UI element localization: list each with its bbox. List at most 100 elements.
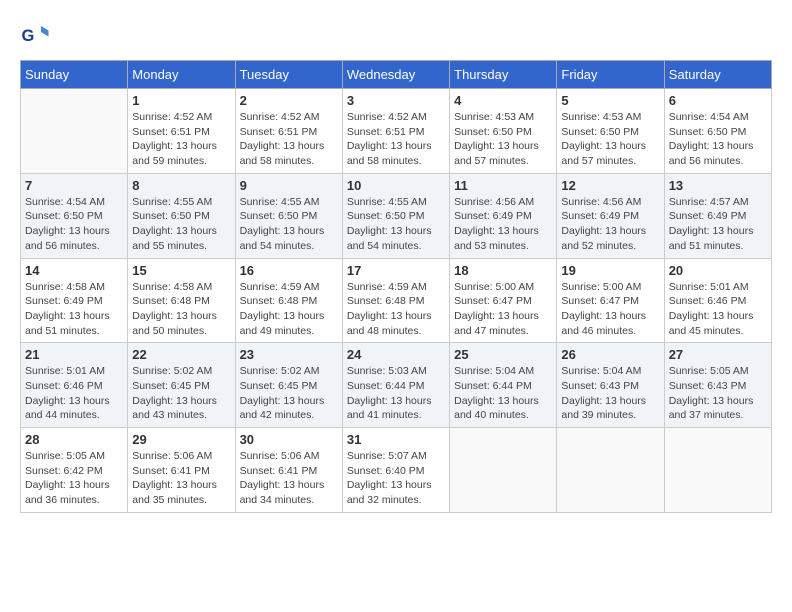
day-info: Sunrise: 5:01 AM Sunset: 6:46 PM Dayligh… bbox=[25, 364, 123, 423]
day-info: Sunrise: 5:01 AM Sunset: 6:46 PM Dayligh… bbox=[669, 280, 767, 339]
day-number: 25 bbox=[454, 347, 552, 362]
calendar-cell: 14Sunrise: 4:58 AM Sunset: 6:49 PM Dayli… bbox=[21, 258, 128, 343]
header-monday: Monday bbox=[128, 61, 235, 89]
day-info: Sunrise: 5:00 AM Sunset: 6:47 PM Dayligh… bbox=[561, 280, 659, 339]
day-info: Sunrise: 4:56 AM Sunset: 6:49 PM Dayligh… bbox=[561, 195, 659, 254]
calendar-cell: 28Sunrise: 5:05 AM Sunset: 6:42 PM Dayli… bbox=[21, 428, 128, 513]
day-info: Sunrise: 4:54 AM Sunset: 6:50 PM Dayligh… bbox=[669, 110, 767, 169]
day-info: Sunrise: 5:06 AM Sunset: 6:41 PM Dayligh… bbox=[132, 449, 230, 508]
calendar-cell: 10Sunrise: 4:55 AM Sunset: 6:50 PM Dayli… bbox=[342, 173, 449, 258]
calendar-cell: 21 Sunrise: 5:01 AM Sunset: 6:46 PM Dayli… bbox=[21, 343, 128, 428]
day-number: 18 bbox=[454, 263, 552, 278]
calendar-cell: 27 Sunrise: 5:05 AM Sunset: 6:43 PM Dayli… bbox=[664, 343, 771, 428]
calendar-cell: 18 Sunrise: 5:00 AM Sunset: 6:47 PM Dayli… bbox=[450, 258, 557, 343]
calendar-cell: 23 Sunrise: 5:02 AM Sunset: 6:45 PM Dayli… bbox=[235, 343, 342, 428]
day-number: 23 bbox=[240, 347, 338, 362]
svg-text:G: G bbox=[22, 27, 35, 45]
day-number: 11 bbox=[454, 178, 552, 193]
calendar-cell: 20 Sunrise: 5:01 AM Sunset: 6:46 PM Dayli… bbox=[664, 258, 771, 343]
calendar-week-row: 7 Sunrise: 4:54 AM Sunset: 6:50 PM Daylig… bbox=[21, 173, 772, 258]
calendar-cell: 3Sunrise: 4:52 AM Sunset: 6:51 PM Daylig… bbox=[342, 89, 449, 174]
day-info: Sunrise: 5:04 AM Sunset: 6:44 PM Dayligh… bbox=[454, 364, 552, 423]
calendar-cell: 7 Sunrise: 4:54 AM Sunset: 6:50 PM Daylig… bbox=[21, 173, 128, 258]
calendar-cell: 15 Sunrise: 4:58 AM Sunset: 6:48 PM Dayli… bbox=[128, 258, 235, 343]
day-number: 7 bbox=[25, 178, 123, 193]
day-number: 29 bbox=[132, 432, 230, 447]
day-number: 27 bbox=[669, 347, 767, 362]
day-info: Sunrise: 5:00 AM Sunset: 6:47 PM Dayligh… bbox=[454, 280, 552, 339]
header-friday: Friday bbox=[557, 61, 664, 89]
calendar-cell: 8Sunrise: 4:55 AM Sunset: 6:50 PM Daylig… bbox=[128, 173, 235, 258]
day-number: 24 bbox=[347, 347, 445, 362]
calendar-cell: 30 Sunrise: 5:06 AM Sunset: 6:41 PM Dayli… bbox=[235, 428, 342, 513]
day-number: 15 bbox=[132, 263, 230, 278]
day-number: 30 bbox=[240, 432, 338, 447]
calendar-cell: 25 Sunrise: 5:04 AM Sunset: 6:44 PM Dayli… bbox=[450, 343, 557, 428]
day-info: Sunrise: 5:06 AM Sunset: 6:41 PM Dayligh… bbox=[240, 449, 338, 508]
day-info: Sunrise: 5:05 AM Sunset: 6:43 PM Dayligh… bbox=[669, 364, 767, 423]
day-number: 31 bbox=[347, 432, 445, 447]
header-wednesday: Wednesday bbox=[342, 61, 449, 89]
day-info: Sunrise: 4:53 AM Sunset: 6:50 PM Dayligh… bbox=[561, 110, 659, 169]
day-number: 2 bbox=[240, 93, 338, 108]
day-number: 20 bbox=[669, 263, 767, 278]
calendar-cell: 31 Sunrise: 5:07 AM Sunset: 6:40 PM Dayli… bbox=[342, 428, 449, 513]
calendar-cell: 2 Sunrise: 4:52 AM Sunset: 6:51 PM Daylig… bbox=[235, 89, 342, 174]
day-info: Sunrise: 4:57 AM Sunset: 6:49 PM Dayligh… bbox=[669, 195, 767, 254]
day-number: 19 bbox=[561, 263, 659, 278]
calendar-cell: 16 Sunrise: 4:59 AM Sunset: 6:48 PM Dayli… bbox=[235, 258, 342, 343]
header-saturday: Saturday bbox=[664, 61, 771, 89]
day-number: 9 bbox=[240, 178, 338, 193]
day-info: Sunrise: 5:07 AM Sunset: 6:40 PM Dayligh… bbox=[347, 449, 445, 508]
header-sunday: Sunday bbox=[21, 61, 128, 89]
day-number: 17 bbox=[347, 263, 445, 278]
day-number: 16 bbox=[240, 263, 338, 278]
calendar-cell bbox=[450, 428, 557, 513]
calendar-cell: 6 Sunrise: 4:54 AM Sunset: 6:50 PM Daylig… bbox=[664, 89, 771, 174]
calendar-cell: 17 Sunrise: 4:59 AM Sunset: 6:48 PM Dayli… bbox=[342, 258, 449, 343]
calendar-cell: 22 Sunrise: 5:02 AM Sunset: 6:45 PM Dayli… bbox=[128, 343, 235, 428]
day-info: Sunrise: 5:02 AM Sunset: 6:45 PM Dayligh… bbox=[132, 364, 230, 423]
day-number: 5 bbox=[561, 93, 659, 108]
day-number: 10 bbox=[347, 178, 445, 193]
day-number: 21 bbox=[25, 347, 123, 362]
calendar-cell: 11 Sunrise: 4:56 AM Sunset: 6:49 PM Dayli… bbox=[450, 173, 557, 258]
header-thursday: Thursday bbox=[450, 61, 557, 89]
header-tuesday: Tuesday bbox=[235, 61, 342, 89]
calendar-week-row: 1 Sunrise: 4:52 AM Sunset: 6:51 PM Daylig… bbox=[21, 89, 772, 174]
day-info: Sunrise: 5:03 AM Sunset: 6:44 PM Dayligh… bbox=[347, 364, 445, 423]
calendar-cell: 9Sunrise: 4:55 AM Sunset: 6:50 PM Daylig… bbox=[235, 173, 342, 258]
calendar-header-row: SundayMondayTuesdayWednesdayThursdayFrid… bbox=[21, 61, 772, 89]
calendar-cell: 24 Sunrise: 5:03 AM Sunset: 6:44 PM Dayli… bbox=[342, 343, 449, 428]
calendar-cell bbox=[557, 428, 664, 513]
day-info: Sunrise: 4:52 AM Sunset: 6:51 PM Dayligh… bbox=[240, 110, 338, 169]
calendar-week-row: 14Sunrise: 4:58 AM Sunset: 6:49 PM Dayli… bbox=[21, 258, 772, 343]
day-number: 8 bbox=[132, 178, 230, 193]
day-number: 13 bbox=[669, 178, 767, 193]
day-info: Sunrise: 4:59 AM Sunset: 6:48 PM Dayligh… bbox=[240, 280, 338, 339]
day-number: 26 bbox=[561, 347, 659, 362]
calendar-cell bbox=[21, 89, 128, 174]
calendar-week-row: 28Sunrise: 5:05 AM Sunset: 6:42 PM Dayli… bbox=[21, 428, 772, 513]
calendar-cell bbox=[664, 428, 771, 513]
day-info: Sunrise: 4:59 AM Sunset: 6:48 PM Dayligh… bbox=[347, 280, 445, 339]
day-number: 6 bbox=[669, 93, 767, 108]
logo: G bbox=[20, 20, 54, 50]
day-info: Sunrise: 4:52 AM Sunset: 6:51 PM Dayligh… bbox=[132, 110, 230, 169]
page-header: G bbox=[20, 20, 772, 50]
day-info: Sunrise: 4:54 AM Sunset: 6:50 PM Dayligh… bbox=[25, 195, 123, 254]
day-info: Sunrise: 4:56 AM Sunset: 6:49 PM Dayligh… bbox=[454, 195, 552, 254]
calendar-cell: 12Sunrise: 4:56 AM Sunset: 6:49 PM Dayli… bbox=[557, 173, 664, 258]
day-info: Sunrise: 5:04 AM Sunset: 6:43 PM Dayligh… bbox=[561, 364, 659, 423]
day-number: 1 bbox=[132, 93, 230, 108]
day-info: Sunrise: 4:58 AM Sunset: 6:48 PM Dayligh… bbox=[132, 280, 230, 339]
calendar-cell: 13 Sunrise: 4:57 AM Sunset: 6:49 PM Dayli… bbox=[664, 173, 771, 258]
logo-icon: G bbox=[20, 20, 50, 50]
day-info: Sunrise: 5:05 AM Sunset: 6:42 PM Dayligh… bbox=[25, 449, 123, 508]
day-number: 3 bbox=[347, 93, 445, 108]
calendar-cell: 4Sunrise: 4:53 AM Sunset: 6:50 PM Daylig… bbox=[450, 89, 557, 174]
day-number: 4 bbox=[454, 93, 552, 108]
calendar-week-row: 21 Sunrise: 5:01 AM Sunset: 6:46 PM Dayli… bbox=[21, 343, 772, 428]
day-number: 22 bbox=[132, 347, 230, 362]
day-info: Sunrise: 5:02 AM Sunset: 6:45 PM Dayligh… bbox=[240, 364, 338, 423]
